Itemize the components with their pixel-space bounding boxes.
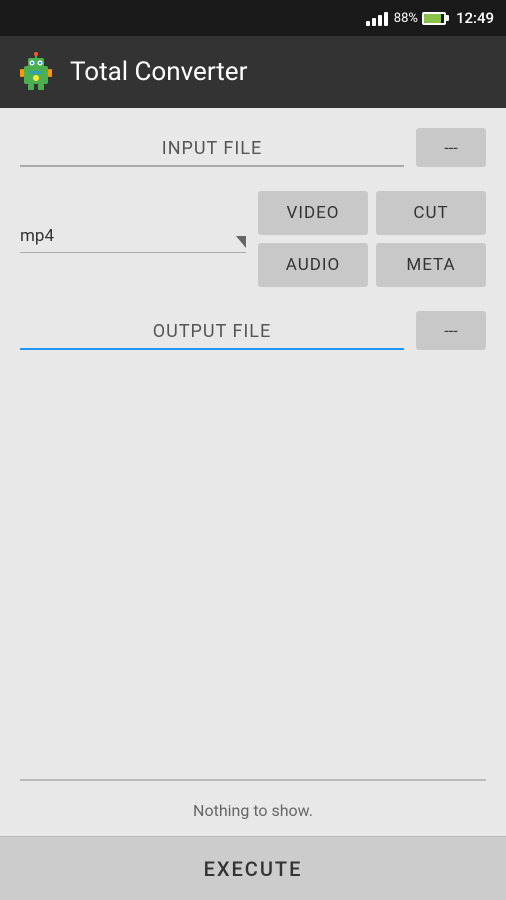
output-file-browse-button[interactable]: ---: [416, 311, 486, 350]
format-dropdown-arrow: [236, 236, 246, 248]
format-options-row: mp4 VIDEO CUT AUDIO META: [20, 191, 486, 287]
signal-bar-2: [372, 18, 376, 26]
log-divider: [20, 779, 486, 781]
input-file-row: INPUT FILE ---: [20, 128, 486, 167]
signal-bar-3: [378, 15, 382, 26]
execute-button[interactable]: EXECUTE: [0, 836, 506, 900]
input-file-underline: [20, 165, 404, 167]
meta-button[interactable]: META: [376, 243, 486, 287]
input-file-label: INPUT FILE: [20, 138, 404, 165]
output-file-label: OUTPUT FILE: [20, 321, 404, 348]
output-file-label-container: OUTPUT FILE: [20, 321, 404, 350]
cut-button[interactable]: CUT: [376, 191, 486, 235]
options-grid: VIDEO CUT AUDIO META: [258, 191, 486, 287]
signal-bar-4: [384, 12, 388, 26]
app-bar: Total Converter: [0, 36, 506, 108]
input-file-label-container: INPUT FILE: [20, 138, 404, 167]
input-file-browse-button[interactable]: ---: [416, 128, 486, 167]
log-empty-text: Nothing to show.: [20, 801, 486, 820]
format-selector[interactable]: mp4: [20, 226, 246, 253]
format-value: mp4: [20, 226, 54, 246]
log-area: Nothing to show.: [20, 350, 486, 836]
audio-button[interactable]: AUDIO: [258, 243, 368, 287]
main-content: INPUT FILE --- mp4 VIDEO CUT AUDIO META …: [0, 108, 506, 836]
output-file-row: OUTPUT FILE ---: [20, 311, 486, 350]
app-icon: [16, 52, 56, 92]
battery-percent: 88%: [394, 11, 418, 26]
execute-label: EXECUTE: [204, 857, 303, 881]
battery-fill: [424, 14, 441, 23]
status-bar: 88% 12:49: [0, 0, 506, 36]
video-button[interactable]: VIDEO: [258, 191, 368, 235]
app-title: Total Converter: [70, 57, 247, 87]
signal-bar-1: [366, 21, 370, 26]
battery-icon: [422, 12, 446, 25]
signal-icon: [366, 10, 388, 26]
clock: 12:49: [456, 9, 494, 27]
battery-container: 88%: [394, 11, 446, 26]
